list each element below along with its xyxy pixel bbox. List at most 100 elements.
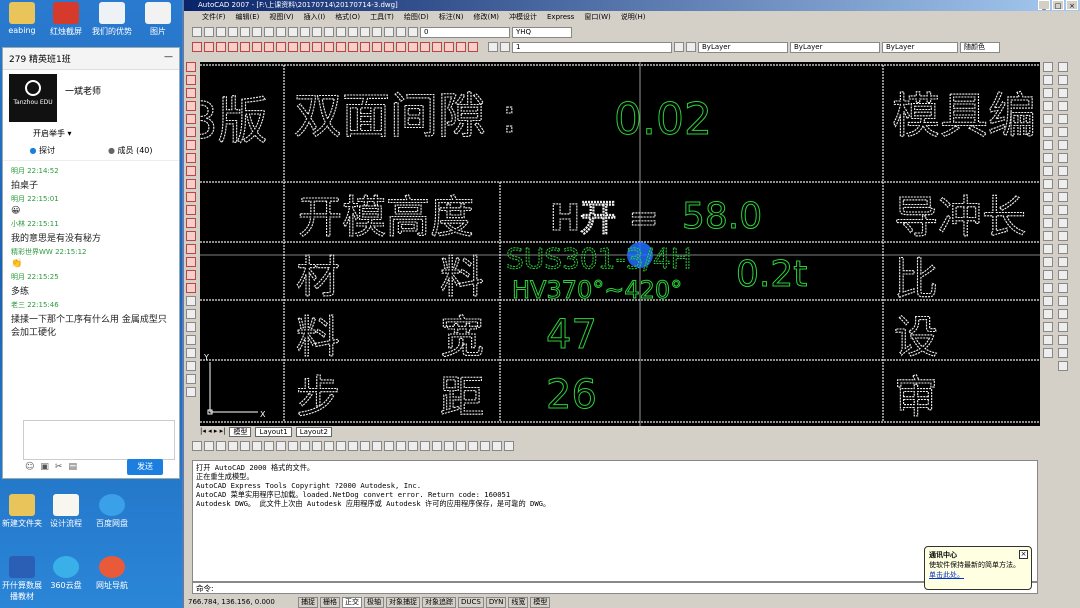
toggle-dyn[interactable]: DYN (485, 596, 507, 608)
modify-tool-icon[interactable] (1043, 88, 1053, 98)
draw-tool-icon[interactable] (186, 244, 196, 254)
menu-help[interactable]: 说明(H) (621, 11, 646, 24)
match-properties-icon[interactable] (288, 27, 298, 37)
tab-members[interactable]: ● 成员 (40) (108, 145, 153, 156)
dim-tool-icon[interactable] (216, 441, 226, 451)
cut-icon[interactable] (252, 27, 262, 37)
dim-tool-icon[interactable] (492, 441, 502, 451)
desktop-icon-pictures[interactable]: 图片 (138, 2, 178, 37)
modify-tool-icon[interactable] (1043, 140, 1053, 150)
desktop-icon-new-folder[interactable]: 新建文件夹 (2, 494, 42, 529)
zoom-window-icon[interactable] (348, 27, 358, 37)
snap-tool-icon[interactable] (1058, 140, 1068, 150)
modify-tool-icon[interactable] (1043, 62, 1053, 72)
comment-icon[interactable]: ▤ (68, 462, 77, 472)
minimize-icon[interactable]: — (164, 52, 173, 65)
toggle-snap[interactable]: 捕捉 (298, 596, 318, 608)
menu-view[interactable]: 视图(V) (269, 11, 293, 24)
drawing-canvas[interactable]: Y X 3版 双面间隙 : 模具编 开模高度 H开 = 导冲长 材 料 比 料 … (200, 62, 1040, 426)
snap-tool-icon[interactable] (1058, 322, 1068, 332)
modify-tool-icon[interactable] (1043, 166, 1053, 176)
snap-tool-icon[interactable] (1058, 101, 1068, 111)
modify-tool-icon[interactable] (1043, 257, 1053, 267)
modify-tool-icon[interactable] (1043, 218, 1053, 228)
draw-tool-icon[interactable] (186, 140, 196, 150)
draw-tool-icon[interactable] (186, 257, 196, 267)
desktop-icon-360-cloud[interactable]: 360云盘 (46, 556, 86, 591)
preview-icon[interactable] (240, 27, 250, 37)
modify-tool-icon[interactable] (1043, 322, 1053, 332)
command-history[interactable]: 打开 AutoCAD 2000 格式的文件。 正在重生成模型。 AutoCAD … (192, 460, 1038, 582)
menu-file[interactable]: 文件(F) (202, 11, 226, 24)
desktop-icon-design-flow[interactable]: 设计流程 (46, 494, 86, 529)
modify-tool-icon[interactable] (1043, 114, 1053, 124)
toggle-grid[interactable]: 栅格 (320, 596, 340, 608)
modify-tool-icon[interactable] (1043, 270, 1053, 280)
custom-tool-icon[interactable] (372, 42, 382, 52)
custom-tool-icon[interactable] (360, 42, 370, 52)
draw-tool-icon[interactable] (186, 270, 196, 280)
dim-tool-icon[interactable] (396, 441, 406, 451)
dim-tool-icon[interactable] (300, 441, 310, 451)
dim-tool-icon[interactable] (336, 441, 346, 451)
modify-tool-icon[interactable] (1043, 283, 1053, 293)
dim-tool-icon[interactable] (312, 441, 322, 451)
snap-tool-icon[interactable] (1058, 309, 1068, 319)
draw-tool-icon[interactable] (186, 322, 196, 332)
lineweight-dropdown[interactable]: ByLayer (882, 41, 958, 53)
color-dropdown[interactable]: ByLayer (698, 41, 788, 53)
modify-tool-icon[interactable] (1043, 244, 1053, 254)
custom-tool-icon[interactable] (192, 42, 202, 52)
snap-tool-icon[interactable] (1058, 283, 1068, 293)
make-current-icon[interactable] (686, 42, 696, 52)
draw-tool-icon[interactable] (186, 62, 196, 72)
modify-tool-icon[interactable] (1043, 348, 1053, 358)
hand-raise-toggle[interactable]: 开启举手 ▾ (3, 126, 179, 141)
snap-tool-icon[interactable] (1058, 153, 1068, 163)
menu-tools[interactable]: 工具(T) (370, 11, 394, 24)
snap-tool-icon[interactable] (1058, 270, 1068, 280)
snap-tool-icon[interactable] (1058, 244, 1068, 254)
draw-tool-icon[interactable] (186, 88, 196, 98)
layer-manager-icon[interactable] (488, 42, 498, 52)
draw-tool-icon[interactable] (186, 101, 196, 111)
desktop-icon-screenshot[interactable]: 红烛截屏 (46, 2, 86, 37)
emoji-icon[interactable]: ☺ (25, 462, 34, 472)
custom-tool-icon[interactable] (396, 42, 406, 52)
toggle-ducs[interactable]: DUCS (458, 596, 484, 608)
modify-tool-icon[interactable] (1043, 192, 1053, 202)
modify-tool-icon[interactable] (1043, 179, 1053, 189)
dim-style-dropdown[interactable]: YHQ (512, 26, 572, 38)
draw-tool-icon[interactable] (186, 361, 196, 371)
snap-tool-icon[interactable] (1058, 361, 1068, 371)
modify-tool-icon[interactable] (1043, 231, 1053, 241)
draw-tool-icon[interactable] (186, 231, 196, 241)
draw-tool-icon[interactable] (186, 179, 196, 189)
snap-tool-icon[interactable] (1058, 218, 1068, 228)
dim-tool-icon[interactable] (420, 441, 430, 451)
draw-tool-icon[interactable] (186, 218, 196, 228)
custom-tool-icon[interactable] (228, 42, 238, 52)
zoom-previous-icon[interactable] (360, 27, 370, 37)
dim-tool-icon[interactable] (252, 441, 262, 451)
custom-tool-icon[interactable] (420, 42, 430, 52)
snap-tool-icon[interactable] (1058, 75, 1068, 85)
snap-tool-icon[interactable] (1058, 348, 1068, 358)
custom-tool-icon[interactable] (468, 42, 478, 52)
dim-tool-icon[interactable] (504, 441, 514, 451)
dim-tool-icon[interactable] (228, 441, 238, 451)
draw-tool-icon[interactable] (186, 348, 196, 358)
menu-modify[interactable]: 修改(M) (473, 11, 499, 24)
desktop-icon-baidu-pan[interactable]: 百度网盘 (92, 494, 132, 529)
snap-tool-icon[interactable] (1058, 192, 1068, 202)
pan-icon[interactable] (324, 27, 334, 37)
snap-tool-icon[interactable] (1058, 62, 1068, 72)
properties-icon[interactable] (372, 27, 382, 37)
draw-tool-icon[interactable] (186, 309, 196, 319)
balloon-link[interactable]: 单击此处。 (929, 570, 1027, 580)
help-icon[interactable] (408, 27, 418, 37)
snap-tool-icon[interactable] (1058, 179, 1068, 189)
dim-tool-icon[interactable] (384, 441, 394, 451)
draw-tool-icon[interactable] (186, 283, 196, 293)
custom-tool-icon[interactable] (324, 42, 334, 52)
